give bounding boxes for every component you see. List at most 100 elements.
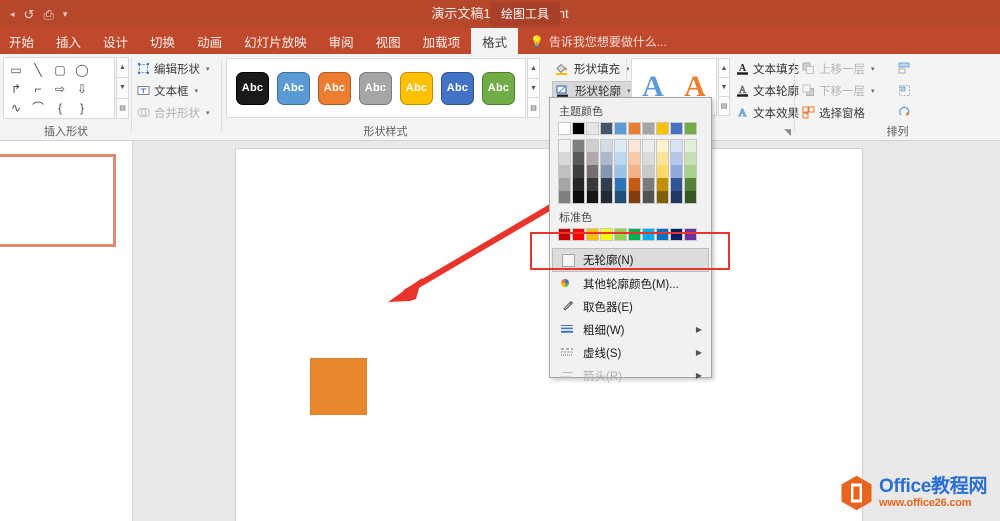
tab-slideshow[interactable]: 幻灯片放映 <box>233 28 318 54</box>
color-swatch[interactable] <box>586 122 599 135</box>
shape-style-thumb[interactable]: Abc <box>277 71 310 105</box>
shape-wave-icon[interactable]: ∿ <box>6 99 26 117</box>
color-swatch[interactable] <box>656 152 669 165</box>
chevron-down-icon[interactable]: ▾ <box>206 65 210 73</box>
color-swatch[interactable] <box>600 152 613 165</box>
shape-style-thumb[interactable]: Abc <box>441 71 474 105</box>
color-swatch[interactable] <box>614 165 627 178</box>
scroll-down-icon[interactable]: ▼ <box>116 77 129 98</box>
color-swatch[interactable] <box>572 152 585 165</box>
color-swatch[interactable] <box>628 152 641 165</box>
color-swatch[interactable] <box>628 191 641 204</box>
color-swatch[interactable] <box>614 139 627 152</box>
wordart-more-icon[interactable]: ▤ <box>718 96 730 116</box>
shapes-gallery[interactable]: ▭ ╲ ▢ ◯ ↱ ⌐ ⇨ ⇩ ∿ ⌒ { } <box>3 57 115 119</box>
color-swatch[interactable] <box>642 152 655 165</box>
color-swatch[interactable] <box>558 139 571 152</box>
color-swatch[interactable] <box>572 165 585 178</box>
group-objects-button[interactable] <box>897 81 911 100</box>
color-swatch[interactable] <box>656 122 669 135</box>
shape-row[interactable]: ∿ ⌒ { } <box>6 98 114 118</box>
color-swatch[interactable] <box>628 165 641 178</box>
color-swatch[interactable] <box>586 139 599 152</box>
color-swatch[interactable] <box>614 122 627 135</box>
color-swatch[interactable] <box>558 122 571 135</box>
theme-colors-base-row[interactable] <box>558 122 703 135</box>
align-button[interactable] <box>897 59 911 78</box>
tab-format[interactable]: 格式 <box>471 28 519 54</box>
menu-item-dashes[interactable]: 虚线(S) ▶ <box>550 341 711 364</box>
color-swatch[interactable] <box>572 178 585 191</box>
tab-design[interactable]: 设计 <box>92 28 139 54</box>
scroll-up-icon[interactable]: ▲ <box>718 58 730 77</box>
tab-animations[interactable]: 动画 <box>186 28 233 54</box>
color-swatch[interactable] <box>684 178 697 191</box>
color-swatch[interactable] <box>600 178 613 191</box>
color-swatch[interactable] <box>642 178 655 191</box>
color-swatch[interactable] <box>614 178 627 191</box>
color-swatch[interactable] <box>656 191 669 204</box>
color-swatch[interactable] <box>572 122 585 135</box>
shape-oval-icon[interactable]: ◯ <box>72 61 92 79</box>
shape-styles-scroll[interactable]: ▲ ▼ ▤ <box>527 58 540 119</box>
color-swatch[interactable] <box>600 191 613 204</box>
edit-shape-button[interactable]: 编辑形状 ▾ <box>136 59 210 78</box>
tell-me-search[interactable]: 💡 告诉我您想要做什么... <box>518 28 667 54</box>
theme-tint-row[interactable] <box>558 165 703 178</box>
selection-pane-button[interactable]: 选择窗格 <box>801 103 865 122</box>
color-swatch[interactable] <box>558 191 571 204</box>
color-swatch[interactable] <box>670 139 683 152</box>
color-swatch[interactable] <box>684 165 697 178</box>
scroll-down-icon[interactable]: ▼ <box>527 77 540 98</box>
submenu-arrow-icon[interactable]: ▶ <box>696 348 702 357</box>
ribbon-tab-strip[interactable]: 开始 插入 设计 切换 动画 幻灯片放映 审阅 视图 加载项 格式 💡 告诉我您… <box>0 28 1000 54</box>
theme-tint-row[interactable] <box>558 178 703 191</box>
tab-insert[interactable]: 插入 <box>45 28 92 54</box>
text-box-button[interactable]: 文本框 ▾ <box>136 81 198 100</box>
shape-brace-left-icon[interactable]: { <box>50 99 70 117</box>
color-swatch[interactable] <box>642 139 655 152</box>
shape-square-icon[interactable]: ▢ <box>50 61 70 79</box>
shape-line-icon[interactable]: ╲ <box>28 61 48 79</box>
color-swatch[interactable] <box>586 165 599 178</box>
color-swatch[interactable] <box>586 152 599 165</box>
wordart-dialog-launcher-icon[interactable]: ◥ <box>784 127 791 138</box>
shape-arc-icon[interactable]: ⌒ <box>28 99 48 117</box>
slide-thumbnail-pane[interactable] <box>0 141 133 521</box>
color-swatch[interactable] <box>642 165 655 178</box>
color-swatch[interactable] <box>586 191 599 204</box>
tab-review[interactable]: 审阅 <box>318 28 365 54</box>
color-swatch[interactable] <box>656 139 669 152</box>
wordart-gallery-scroll[interactable]: ▲ ▼ ▤ <box>718 58 730 116</box>
shape-style-thumb[interactable]: Abc <box>482 71 515 105</box>
color-swatch[interactable] <box>670 152 683 165</box>
color-swatch[interactable] <box>628 178 641 191</box>
color-swatch[interactable] <box>558 165 571 178</box>
color-swatch[interactable] <box>558 178 571 191</box>
shape-elbow-icon[interactable]: ↱ <box>6 80 26 98</box>
color-swatch[interactable] <box>684 191 697 204</box>
pane-splitter[interactable] <box>133 141 233 521</box>
shape-connector-icon[interactable]: ⌐ <box>28 80 48 98</box>
tab-transitions[interactable]: 切换 <box>139 28 186 54</box>
color-swatch[interactable] <box>586 178 599 191</box>
slide-thumbnail-1[interactable] <box>0 154 116 247</box>
shape-style-thumb[interactable]: Abc <box>400 71 433 105</box>
menu-item-weight[interactable]: 粗细(W) ▶ <box>550 318 711 341</box>
rotate-button[interactable] <box>897 103 911 122</box>
shape-styles-more-icon[interactable]: ▤ <box>527 97 540 119</box>
color-swatch[interactable] <box>684 152 697 165</box>
shape-arrow-right-icon[interactable]: ⇨ <box>50 80 70 98</box>
theme-tint-row[interactable] <box>558 139 703 152</box>
color-swatch[interactable] <box>558 152 571 165</box>
color-swatch[interactable] <box>656 178 669 191</box>
color-swatch[interactable] <box>670 165 683 178</box>
tab-home[interactable]: 开始 <box>0 28 45 54</box>
color-swatch[interactable] <box>600 165 613 178</box>
shapes-gallery-scroll[interactable]: ▲ ▼ ▤ <box>116 57 129 119</box>
chevron-down-icon[interactable]: ▾ <box>195 87 199 95</box>
theme-tint-row[interactable] <box>558 152 703 165</box>
shapes-more-icon[interactable]: ▤ <box>116 97 129 119</box>
theme-colors-grid[interactable] <box>550 122 711 204</box>
color-swatch[interactable] <box>572 139 585 152</box>
